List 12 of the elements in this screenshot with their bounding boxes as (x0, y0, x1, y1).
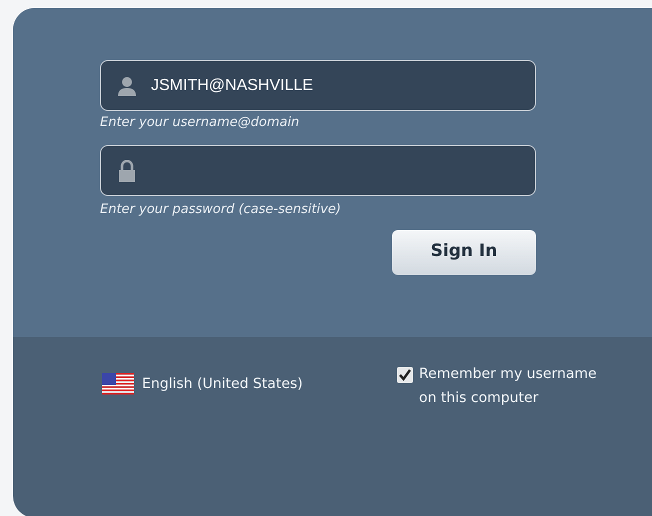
flag-icon (102, 372, 134, 396)
password-hint: Enter your password (case-sensitive) (100, 201, 342, 219)
username-hint: Enter your username@domain (100, 114, 300, 132)
remember-checkbox[interactable] (397, 367, 413, 383)
username-field[interactable]: JSMITH@NASHVILLE (100, 60, 536, 111)
language-link[interactable]: English (United States) (142, 374, 303, 394)
lock-icon (118, 160, 136, 182)
sign-in-button[interactable]: Sign In (392, 230, 536, 274)
user-icon (117, 76, 137, 96)
password-field[interactable] (100, 145, 536, 196)
check-icon (399, 369, 411, 381)
remember-label: Remember my username on this computer (419, 365, 598, 408)
